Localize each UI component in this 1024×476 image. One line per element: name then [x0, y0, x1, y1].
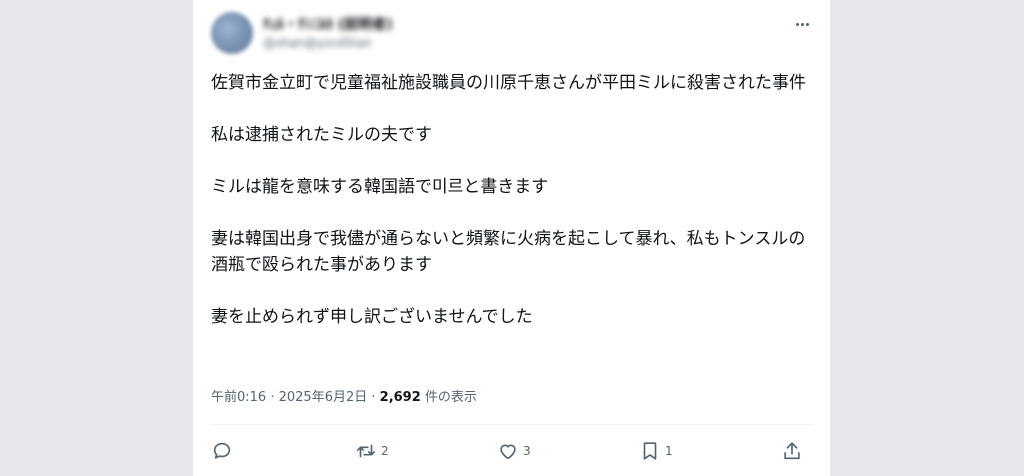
like-count: 3	[523, 444, 531, 458]
retweet-button[interactable]: 2	[355, 437, 389, 465]
tweet-time[interactable]: 午前0:16	[211, 390, 266, 405]
tweet-paragraph: 私は逮捕されたミルの夫です	[211, 125, 432, 145]
tweet-card: ﾁｪﾙ・ﾁﾝﾆﾙｶ (説明者) @xhan@yzcd5tan 佐賀市金立町で児童…	[193, 0, 830, 476]
retweet-icon	[356, 444, 376, 458]
heart-icon	[500, 444, 516, 460]
bookmark-count: 1	[665, 444, 673, 458]
share-icon	[784, 442, 800, 460]
share-button[interactable]	[781, 437, 807, 465]
like-button[interactable]: 3	[497, 437, 531, 465]
tweet-date[interactable]: 2025年6月2日	[279, 390, 368, 405]
author-handle[interactable]: @xhan@yzcd5tan	[263, 36, 372, 50]
bookmark-button[interactable]: 1	[639, 437, 673, 465]
tweet-paragraph: 妻を止められず申し訳ございませんでした	[211, 307, 533, 327]
avatar[interactable]	[211, 12, 253, 54]
reply-button[interactable]	[211, 437, 237, 465]
tweet-paragraph: 佐賀市金立町で児童福祉施設職員の川原千恵さんが平田ミルに殺害された事件	[211, 73, 806, 93]
action-bar: 2 3 1	[211, 437, 813, 465]
meta-separator: ·	[266, 390, 279, 405]
divider	[211, 424, 813, 425]
retweet-count: 2	[381, 444, 389, 458]
tweet-paragraph: 妻は韓国出身で我儘が通らないと頻繁に火病を起こして暴れ、私もトンスルの酒瓶で殴ら…	[211, 229, 806, 275]
views-count: 2,692	[379, 390, 421, 405]
tweet-text: 佐賀市金立町で児童福祉施設職員の川原千恵さんが平田ミルに殺害された事件 私は逮捕…	[211, 70, 813, 330]
views-label: 件の表示	[420, 390, 477, 405]
tweet-meta: 午前0:16 · 2025年6月2日 · 2,692 件の表示	[211, 386, 477, 405]
tweet-paragraph: ミルは龍を意味する韓国語で미르と書きます	[211, 177, 549, 197]
more-options-icon[interactable]	[792, 14, 812, 34]
reply-icon	[213, 442, 231, 459]
meta-separator: ·	[367, 390, 380, 405]
bookmark-icon	[643, 442, 657, 460]
author-name[interactable]: ﾁｪﾙ・ﾁﾝﾆﾙｶ (説明者)	[263, 14, 393, 34]
